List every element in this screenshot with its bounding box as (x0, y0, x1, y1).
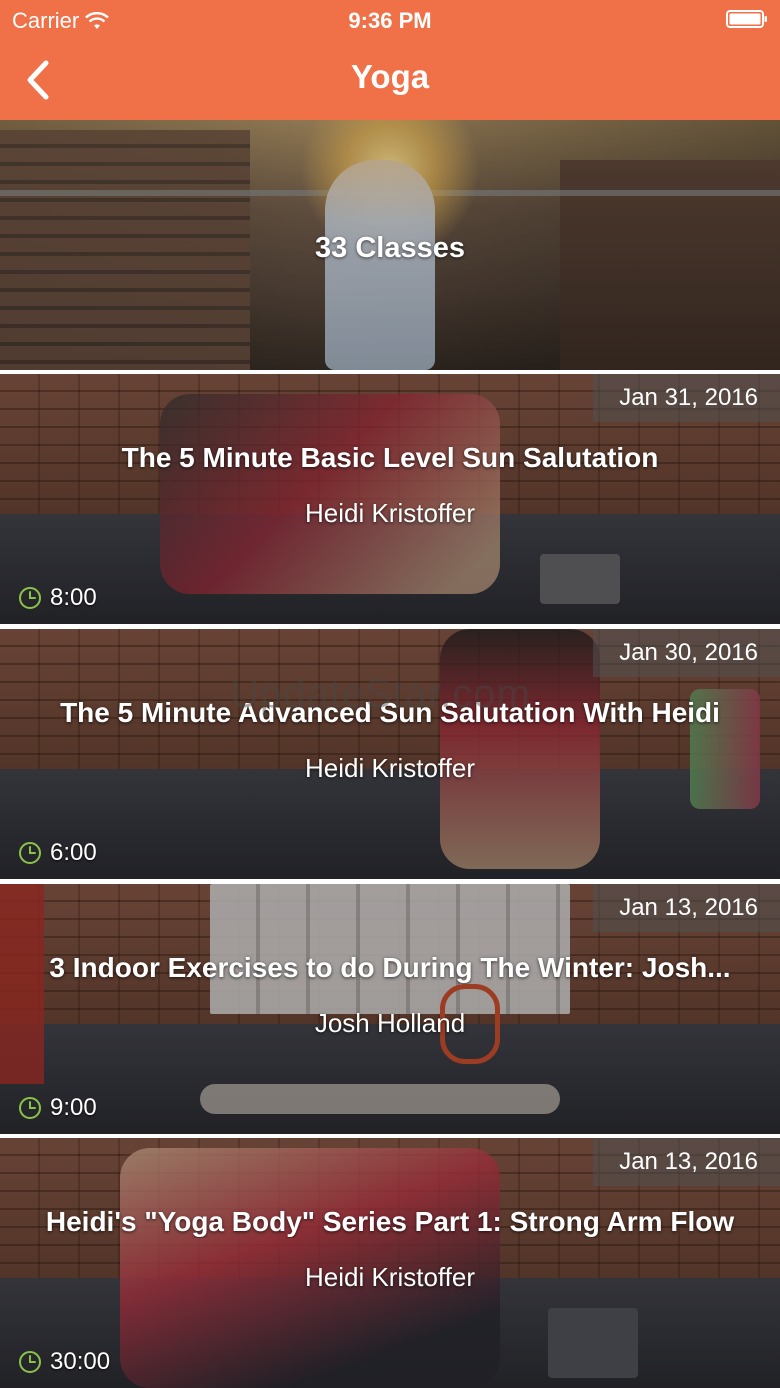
navigation-bar: Carrier 9:36 PM Yoga (0, 0, 780, 120)
status-bar: Carrier 9:36 PM (0, 0, 780, 40)
class-duration: 9:00 (18, 1094, 97, 1122)
class-card[interactable]: Jan 30, 2016 The 5 Minute Advanced Sun S… (0, 629, 780, 879)
class-title: Heidi's "Yoga Body" Series Part 1: Stron… (45, 1206, 735, 1237)
class-duration: 6:00 (18, 839, 97, 867)
date-badge: Jan 13, 2016 (593, 1138, 780, 1186)
page-title: Yoga (350, 58, 430, 95)
class-card[interactable]: Jan 31, 2016 The 5 Minute Basic Level Su… (0, 374, 780, 624)
class-duration: 30:00 (18, 1348, 110, 1376)
class-instructor: Heidi Kristoffer (304, 753, 476, 783)
class-title: The 5 Minute Advanced Sun Salutation Wit… (60, 697, 720, 728)
clock-icon (19, 587, 41, 609)
category-hero: 33 Classes (0, 120, 780, 370)
clock-icon (19, 842, 41, 864)
class-duration: 8:00 (18, 584, 97, 612)
battery-icon (726, 10, 767, 28)
duration-label: 6:00 (50, 839, 97, 866)
date-badge: Jan 13, 2016 (593, 884, 780, 932)
duration-label: 30:00 (50, 1348, 111, 1375)
clock-icon (19, 1351, 41, 1373)
class-title: 3 Indoor Exercises to do During The Wint… (49, 952, 731, 983)
status-time: 9:36 PM (348, 8, 432, 33)
class-instructor: Josh Holland (314, 1008, 466, 1038)
class-card[interactable]: Jan 13, 2016 Heidi's "Yoga Body" Series … (0, 1138, 780, 1388)
class-count: 33 Classes (315, 232, 465, 264)
class-title: The 5 Minute Basic Level Sun Salutation (121, 442, 659, 473)
class-card[interactable]: Jan 13, 2016 3 Indoor Exercises to do Du… (0, 884, 780, 1134)
duration-label: 8:00 (50, 584, 97, 611)
date-badge: Jan 30, 2016 (593, 629, 780, 677)
class-instructor: Heidi Kristoffer (304, 498, 476, 528)
duration-label: 9:00 (50, 1094, 97, 1121)
date-badge: Jan 31, 2016 (593, 374, 780, 422)
clock-icon (19, 1097, 41, 1119)
class-instructor: Heidi Kristoffer (304, 1262, 476, 1292)
